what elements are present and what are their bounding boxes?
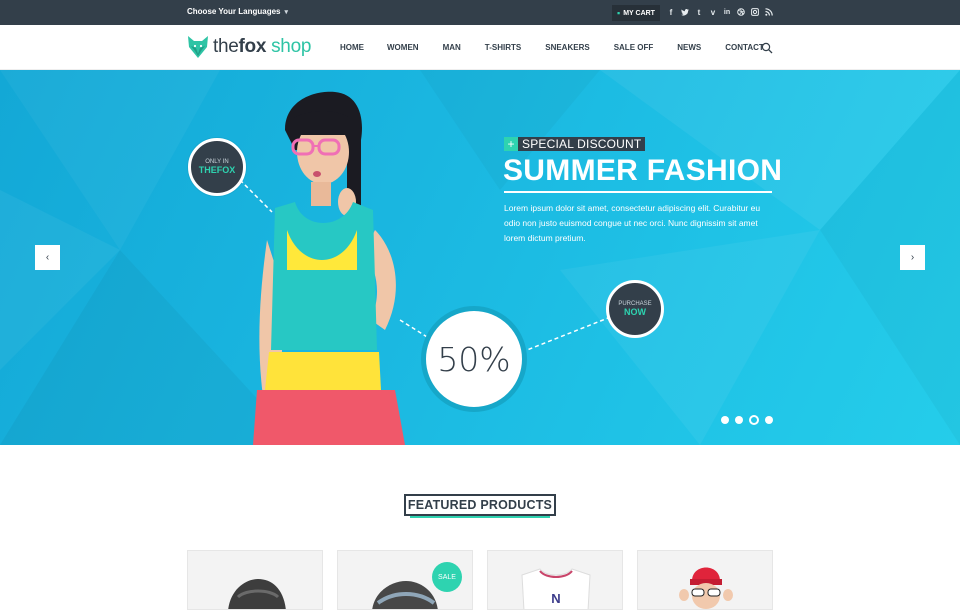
chevron-left-icon: ‹ xyxy=(45,252,50,263)
dribbble-icon[interactable] xyxy=(734,5,748,19)
sale-badge: SALE xyxy=(432,562,462,592)
model-photo xyxy=(253,91,405,445)
instagram-icon[interactable] xyxy=(748,5,762,19)
fifty-percent-badge: 50% xyxy=(421,306,527,412)
slide-dot-2[interactable] xyxy=(735,416,743,424)
slide-dot-4[interactable] xyxy=(765,416,773,424)
chevron-right-icon: › xyxy=(910,252,915,263)
percent-value: 50% xyxy=(437,339,511,379)
rss-icon[interactable] xyxy=(762,5,776,19)
slider-pagination xyxy=(721,415,773,425)
product-card[interactable] xyxy=(637,550,773,610)
cart-label: MY CART xyxy=(623,9,655,17)
nav-t-shirts[interactable]: T-SHIRTS xyxy=(485,43,521,52)
product-card[interactable]: SALE xyxy=(337,550,473,610)
title-underline xyxy=(504,191,772,193)
next-slide-button[interactable]: › xyxy=(900,245,925,270)
logo-shop: shop xyxy=(266,36,312,57)
nav-women[interactable]: WOMEN xyxy=(387,43,419,52)
featured-title: FEATURED PRODUCTS xyxy=(407,498,553,512)
product-image xyxy=(228,579,286,609)
svg-text:N: N xyxy=(551,591,560,606)
tumblr-icon[interactable]: t xyxy=(692,5,706,19)
discount-label: SPECIAL DISCOUNT xyxy=(518,137,646,151)
plus-icon: + xyxy=(504,137,518,151)
fox-logo-icon xyxy=(188,36,208,58)
hero-description: Lorem ipsum dolor sit amet, consectetur … xyxy=(504,203,761,243)
product-image: N xyxy=(521,568,591,609)
logo-the: the xyxy=(213,36,239,57)
social-links: f t v in xyxy=(664,5,776,19)
search-icon[interactable] xyxy=(761,41,773,59)
badge-only-line2: THEFOX xyxy=(198,165,236,175)
logo-wordmark: thefox shop xyxy=(213,36,311,58)
language-label: Choose Your Languages xyxy=(187,7,281,16)
nav-news[interactable]: NEWS xyxy=(677,43,701,52)
nav-sale-off[interactable]: SALE OFF xyxy=(614,43,654,52)
product-card[interactable] xyxy=(187,550,323,610)
product-image xyxy=(679,567,733,609)
purchase-now-button[interactable]: PURCHASE NOW xyxy=(606,280,664,338)
main-header: thefox shop HOME WOMEN MAN T-SHIRTS SNEA… xyxy=(0,25,960,70)
purchase-line2: NOW xyxy=(624,307,646,317)
top-bar: Choose Your Languages ▾ ▪ MY CART f t v … xyxy=(0,0,960,25)
my-cart-button[interactable]: ▪ MY CART xyxy=(612,5,660,21)
chevron-down-icon: ▾ xyxy=(284,8,289,16)
hero-title: SUMMER FASHION xyxy=(503,154,783,187)
hero-slider: ‹ › ONLY IN THEFOX + SPECIAL DISCOUNT SU… xyxy=(0,70,960,445)
slide-dot-3[interactable] xyxy=(749,415,759,425)
basket-icon: ▪ xyxy=(617,8,621,18)
twitter-icon[interactable] xyxy=(678,5,692,19)
product-card[interactable]: N xyxy=(487,550,623,610)
only-in-thefox-badge: ONLY IN THEFOX xyxy=(188,138,246,196)
nav-contact[interactable]: CONTACT xyxy=(725,43,764,52)
featured-products-heading: FEATURED PRODUCTS xyxy=(404,494,556,516)
nav-sneakers[interactable]: SNEAKERS xyxy=(545,43,589,52)
slide-dot-1[interactable] xyxy=(721,416,729,424)
facebook-icon[interactable]: f xyxy=(664,5,678,19)
language-selector[interactable]: Choose Your Languages ▾ xyxy=(187,7,288,16)
special-discount-tag: + SPECIAL DISCOUNT xyxy=(504,137,646,151)
featured-underline xyxy=(410,516,550,518)
nav-home[interactable]: HOME xyxy=(340,43,364,52)
main-nav: HOME WOMEN MAN T-SHIRTS SNEAKERS SALE OF… xyxy=(340,43,788,52)
nav-man[interactable]: MAN xyxy=(443,43,461,52)
logo-fox: fox xyxy=(238,36,267,57)
vimeo-icon[interactable]: v xyxy=(706,5,720,19)
prev-slide-button[interactable]: ‹ xyxy=(35,245,60,270)
site-logo[interactable]: thefox shop xyxy=(187,35,311,59)
linkedin-icon[interactable]: in xyxy=(720,5,734,19)
